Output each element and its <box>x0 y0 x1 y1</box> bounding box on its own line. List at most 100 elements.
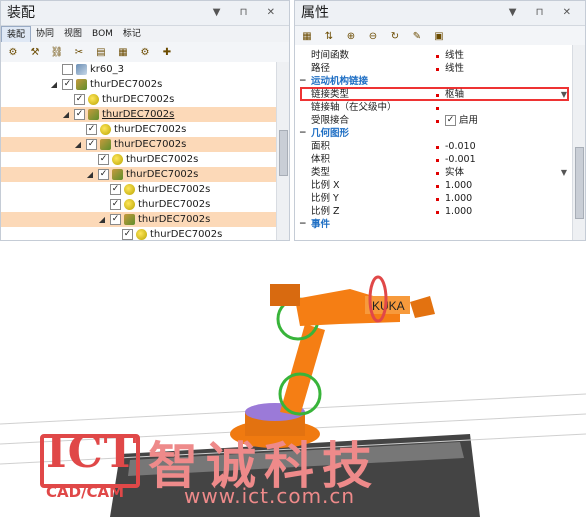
assembly-scrollbar[interactable] <box>276 62 289 240</box>
property-value[interactable]: 1.000 <box>445 192 472 205</box>
part-icon <box>136 228 147 240</box>
tab-view[interactable]: 视图 <box>59 26 87 42</box>
expand-icon[interactable]: ⊕ <box>343 28 359 44</box>
property-key: 类型 <box>311 167 331 178</box>
visibility-checkbox[interactable]: ✓ <box>62 78 73 90</box>
property-pages-icon[interactable]: ▣ <box>431 28 447 44</box>
property-value[interactable]: 1.000 <box>445 205 472 218</box>
visibility-checkbox[interactable] <box>62 63 73 75</box>
tree-row[interactable]: ✓ thurDEC7002s <box>1 122 277 137</box>
property-value[interactable]: -0.010 <box>445 140 476 153</box>
property-row[interactable]: 链接类型 枢轴 ▼ <box>295 88 573 101</box>
modified-marker-icon <box>436 94 439 97</box>
modified-marker-icon <box>436 198 439 201</box>
expand-arrow-icon[interactable]: ◢ <box>49 77 59 92</box>
tree-row[interactable]: ◢ ✓ thurDEC7002s <box>1 77 277 92</box>
tree-row[interactable]: ✓ thurDEC7002s <box>1 152 277 167</box>
visibility-checkbox[interactable]: ✓ <box>86 138 97 150</box>
tab-markup[interactable]: 标记 <box>118 26 146 42</box>
property-category[interactable]: − 事件 <box>295 218 573 231</box>
property-row[interactable]: 比例 Z 1.000 <box>295 205 573 218</box>
panel-controls[interactable]: ▼ ⊓ ✕ <box>213 1 283 25</box>
tree-row[interactable]: ✓ thurDEC7002s <box>1 92 277 107</box>
tree-row[interactable]: kr60_3 <box>1 62 277 77</box>
panel-controls[interactable]: ▼ ⊓ ✕ <box>509 1 579 25</box>
tree-row[interactable]: ✓ thurDEC7002s <box>1 182 277 197</box>
tree-row[interactable]: ✓ thurDEC7002s <box>1 197 277 212</box>
assembly-select-icon[interactable]: ⚙ <box>5 44 21 60</box>
property-value[interactable]: 实体 <box>445 166 464 179</box>
visibility-checkbox[interactable]: ✓ <box>98 168 109 180</box>
property-row[interactable]: 类型 实体 ▼ <box>295 166 573 179</box>
categorized-icon[interactable]: ▦ <box>299 28 315 44</box>
properties-title-text: 属性 <box>301 5 329 21</box>
add-part-icon[interactable]: ⚒ <box>27 44 43 60</box>
table-icon[interactable]: ▦ <box>115 44 131 60</box>
property-key: 比例 Z <box>311 206 340 217</box>
properties-scrollbar[interactable] <box>572 45 585 240</box>
property-value[interactable]: 1.000 <box>445 179 472 192</box>
property-value-text: -0.001 <box>445 154 476 165</box>
visibility-checkbox[interactable]: ✓ <box>110 213 121 225</box>
assembly-icon <box>100 138 111 150</box>
tree-row[interactable]: ◢ ✓ thurDEC7002s <box>1 107 277 122</box>
tree-row[interactable]: ✓ thurDEC7002s <box>1 227 277 240</box>
part-icon <box>88 93 99 105</box>
property-row[interactable]: 受限接合 ✓ 启用 <box>295 114 573 127</box>
expand-arrow-icon[interactable]: ◢ <box>97 212 107 227</box>
tree-row[interactable]: ◢ ✓ thurDEC7002s <box>1 137 277 152</box>
robot-label: KUKA <box>372 299 405 313</box>
expand-arrow-icon[interactable]: ◢ <box>73 137 83 152</box>
visibility-checkbox[interactable]: ✓ <box>86 123 97 135</box>
property-row[interactable]: 体积 -0.001 <box>295 153 573 166</box>
property-row[interactable]: 比例 Y 1.000 <box>295 192 573 205</box>
scrollbar-thumb[interactable] <box>279 130 288 176</box>
visibility-checkbox[interactable]: ✓ <box>110 198 121 210</box>
tree-row[interactable]: ◢ ✓ thurDEC7002s <box>1 167 277 182</box>
expand-arrow-icon[interactable]: ◢ <box>61 107 71 122</box>
pin-icon[interactable]: ✎ <box>409 28 425 44</box>
collapse-icon[interactable]: ⊖ <box>365 28 381 44</box>
refresh-icon[interactable]: ↻ <box>387 28 403 44</box>
tab-collaboration[interactable]: 协同 <box>31 26 59 42</box>
property-row[interactable]: 链接轴（在父级中） <box>295 101 573 114</box>
property-value[interactable]: ✓ 启用 <box>445 114 478 127</box>
property-row[interactable]: 面积 -0.010 <box>295 140 573 153</box>
watermark-sub: CAD/CAM <box>46 483 125 501</box>
property-row[interactable]: 比例 X 1.000 <box>295 179 573 192</box>
part-icon <box>100 123 111 135</box>
robot-flange <box>410 296 435 318</box>
property-value[interactable]: 线性 <box>445 62 464 75</box>
dropdown-arrow-icon[interactable]: ▼ <box>561 88 567 101</box>
visibility-checkbox[interactable]: ✓ <box>74 108 85 120</box>
enable-checkbox[interactable]: ✓ <box>445 115 456 126</box>
sort-alpha-icon[interactable]: ⇅ <box>321 28 337 44</box>
property-value[interactable]: 线性 <box>445 49 464 62</box>
configure-icon[interactable]: ⚙ <box>137 44 153 60</box>
visibility-checkbox[interactable]: ✓ <box>122 228 133 240</box>
collapse-icon[interactable]: − <box>299 218 307 231</box>
properties-icon[interactable]: ▤ <box>93 44 109 60</box>
property-value[interactable]: 枢轴 <box>445 88 464 101</box>
property-row[interactable]: 路径 线性 <box>295 62 573 75</box>
visibility-checkbox[interactable]: ✓ <box>74 93 85 105</box>
expand-arrow-icon[interactable]: ◢ <box>85 167 95 182</box>
visibility-checkbox[interactable]: ✓ <box>110 183 121 195</box>
tab-assembly[interactable]: 装配 <box>1 26 32 42</box>
property-key: 几何图形 <box>311 128 350 139</box>
unlink-icon[interactable]: ✂ <box>71 44 87 60</box>
link-icon[interactable]: ⛓ <box>49 44 65 60</box>
property-value[interactable]: -0.001 <box>445 153 476 166</box>
add-icon[interactable]: ✚ <box>159 44 175 60</box>
dropdown-arrow-icon[interactable]: ▼ <box>561 166 567 179</box>
visibility-checkbox[interactable]: ✓ <box>98 153 109 165</box>
tab-bom[interactable]: BOM <box>87 26 118 42</box>
3d-viewport[interactable]: KUKA ICT CAD/CAM 智诚科技 www.ict.com.cn <box>0 244 586 517</box>
property-value-text: 1.000 <box>445 193 473 204</box>
tree-row[interactable]: ◢ ✓ thurDEC7002s <box>1 212 277 227</box>
property-category[interactable]: − 几何图形 <box>295 127 573 140</box>
property-row[interactable]: 时间函数 线性 <box>295 49 573 62</box>
collapse-icon[interactable]: − <box>299 127 307 140</box>
scrollbar-thumb[interactable] <box>575 147 584 219</box>
tree-item-label: thurDEC7002s <box>114 139 187 150</box>
